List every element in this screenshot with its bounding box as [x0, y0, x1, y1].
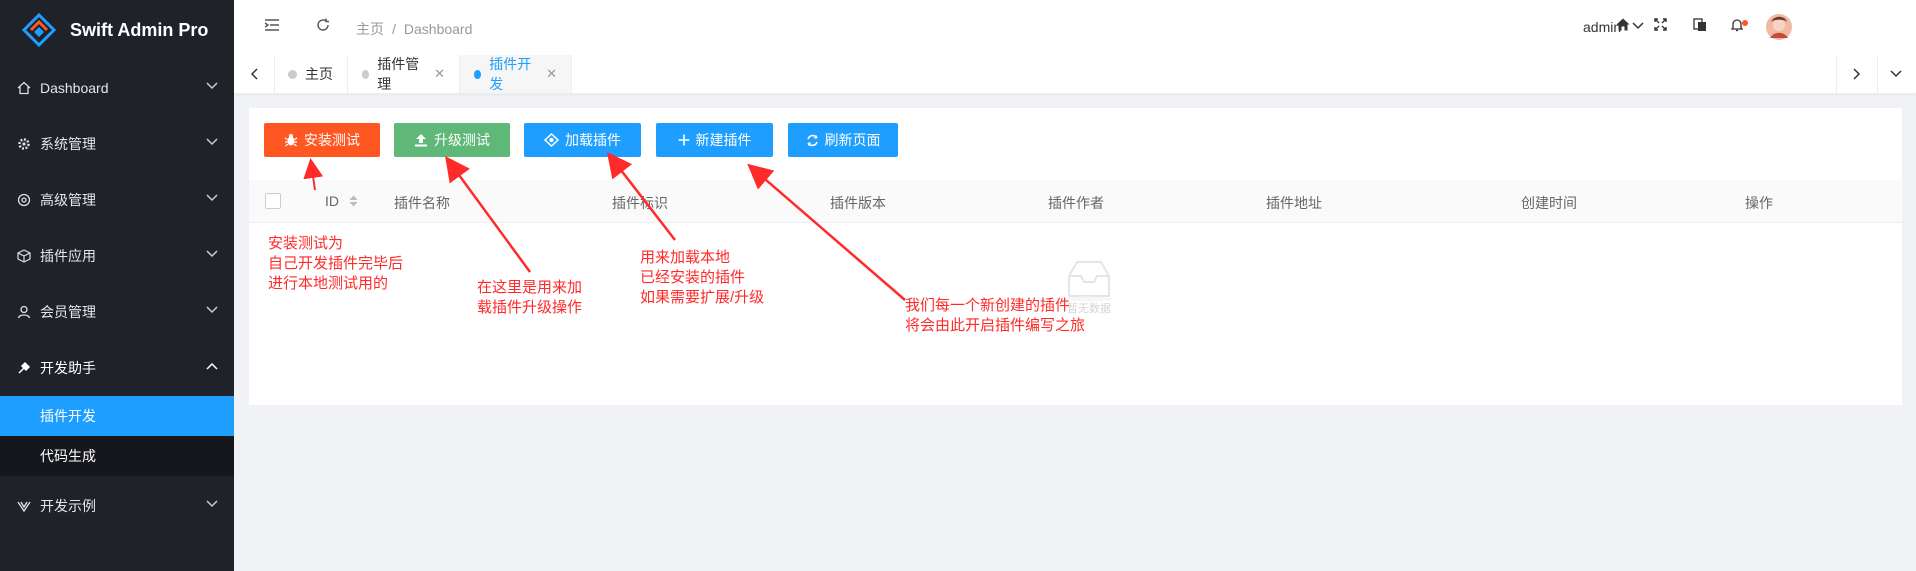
arrow-new-plugin [747, 163, 906, 301]
arrow-load-plugin [606, 152, 676, 241]
annotation-arrows [303, 152, 906, 301]
arrow-upgrade-test [445, 155, 532, 273]
arrow-install-test [303, 158, 324, 191]
